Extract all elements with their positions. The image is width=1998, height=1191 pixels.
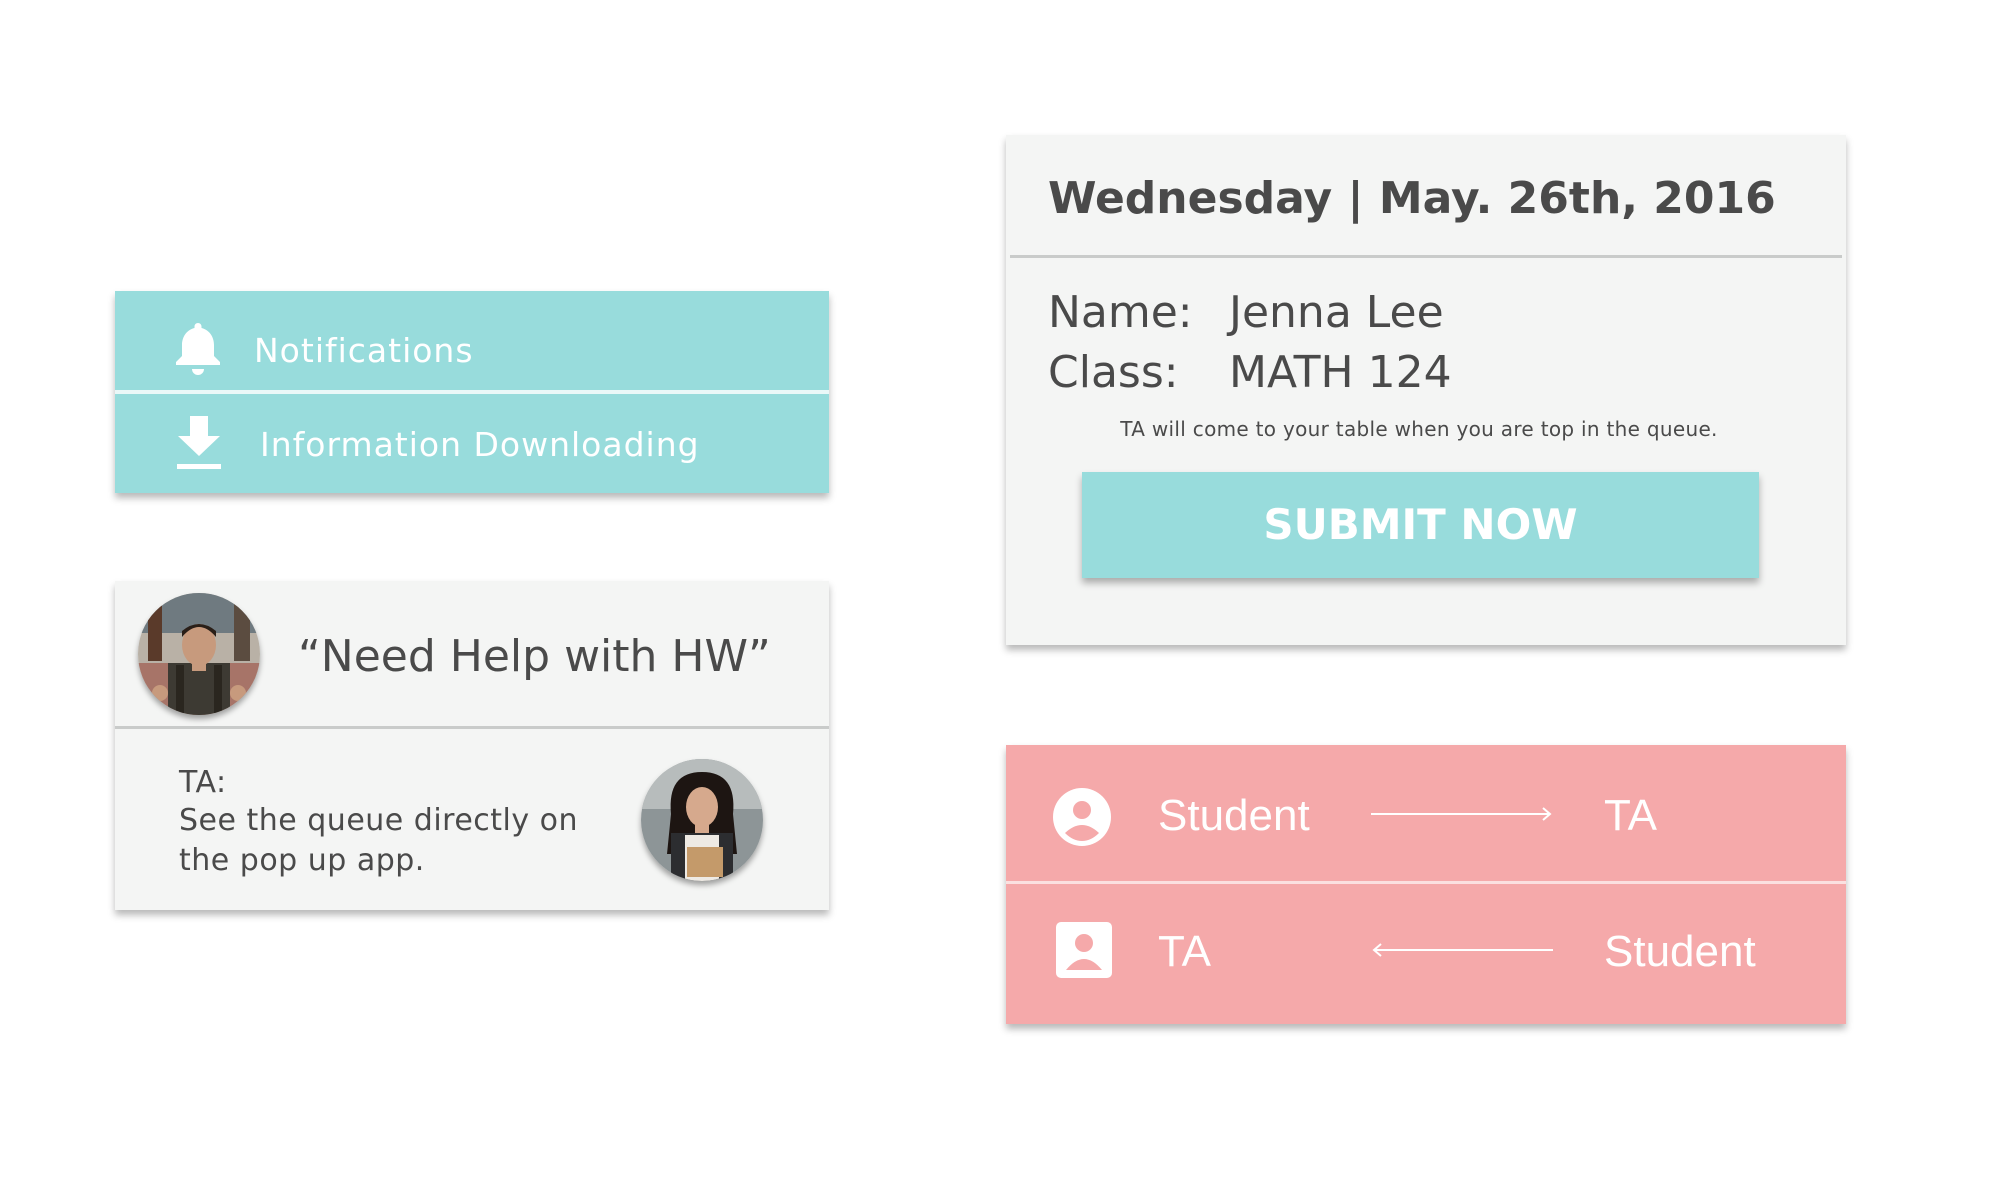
account-box-icon [1056,922,1112,978]
account-circle-icon [1053,788,1111,846]
submit-request-card: Wednesday | May. 26th, 2016 Name: Jenna … [1006,135,1846,645]
notifications-panel: Notifications Information Downloading [115,291,829,493]
bell-icon [176,323,220,375]
notifications-item[interactable]: Notifications [115,291,829,390]
class-label: Class: [1048,347,1179,398]
information-downloading-label: Information Downloading [260,425,700,464]
arrow-left-icon [1372,943,1553,957]
student-avatar [138,593,260,715]
arrow-right-icon [1371,807,1552,821]
divider [1006,881,1846,884]
divider [115,726,829,729]
date-heading: Wednesday | May. 26th, 2016 [1048,173,1776,224]
ta-to-student-row[interactable]: TA Student [1006,885,1846,1021]
notifications-label: Notifications [254,331,474,370]
queue-note: TA will come to your table when you are … [1120,417,1718,441]
role-to-label: TA [1604,791,1657,840]
ta-description: See the queue directly on the pop up app… [179,803,579,878]
ta-avatar [641,759,763,881]
role-to-label: Student [1604,927,1756,976]
ta-label: TA: [179,765,227,800]
help-request-quote: “Need Help with HW” [298,631,771,682]
student-to-ta-row[interactable]: Student TA [1006,745,1846,881]
role-from-label: TA [1158,927,1211,976]
help-request-card: “Need Help with HW” TA: See the queue di… [115,581,829,910]
download-icon [177,416,221,469]
submit-now-button[interactable]: SUBMIT NOW [1082,472,1759,578]
role-from-label: Student [1158,791,1310,840]
class-value: MATH 124 [1229,347,1452,398]
role-switch-panel: Student TA TA Student [1006,745,1846,1024]
divider [1010,255,1842,258]
name-label: Name: [1048,287,1193,338]
name-value: Jenna Lee [1229,287,1444,338]
information-downloading-item[interactable]: Information Downloading [115,394,829,493]
